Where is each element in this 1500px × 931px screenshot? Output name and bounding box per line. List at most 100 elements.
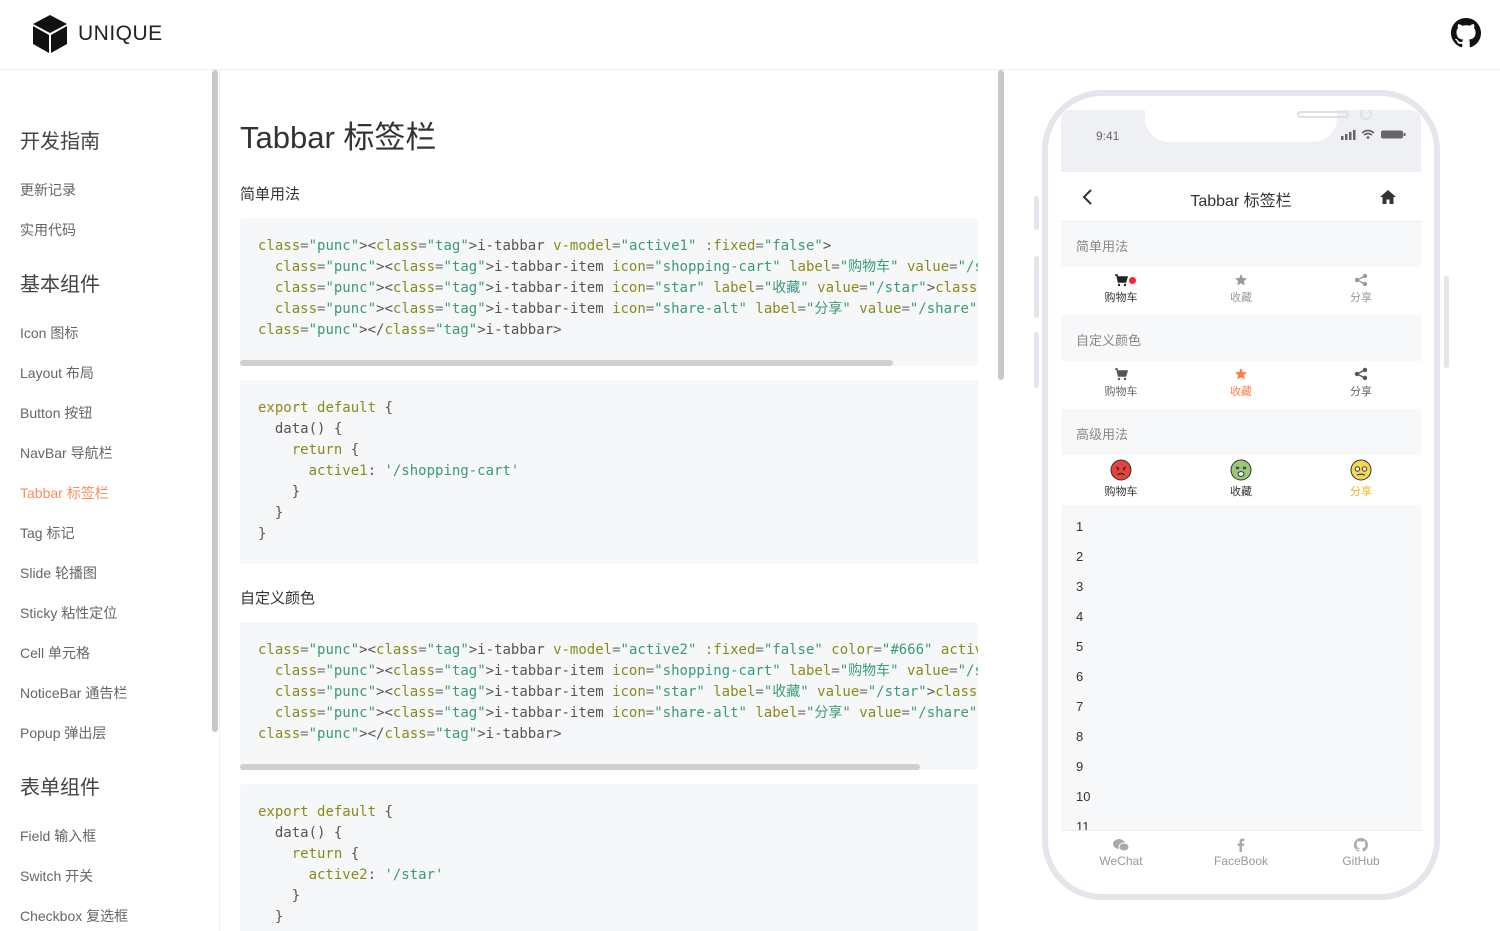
tab-label: 购物车 bbox=[1104, 292, 1138, 304]
code-line: } bbox=[258, 909, 284, 925]
code-horizontal-scrollbar[interactable] bbox=[240, 764, 920, 770]
share-alt-icon bbox=[1354, 273, 1368, 287]
dizzy-face-icon bbox=[1350, 459, 1372, 481]
code-block-template[interactable]: class="punc"><class="tag">i-tabbar v-mod… bbox=[240, 622, 978, 770]
page-title: Tabbar 标签栏 bbox=[240, 120, 437, 155]
list-item: 7 bbox=[1076, 699, 1084, 714]
sidebar-item-utility-code[interactable]: 实用代码 bbox=[20, 220, 76, 240]
sidebar-item-cell[interactable]: Cell 单元格 bbox=[20, 643, 90, 663]
sidebar-item-sticky[interactable]: Sticky 粘性定位 bbox=[20, 603, 117, 623]
sidebar-group-title: 基本组件 bbox=[20, 274, 100, 296]
tab-shopping-cart[interactable]: 购物车 bbox=[1061, 367, 1181, 399]
list-item: 6 bbox=[1076, 669, 1084, 684]
code-block-script[interactable]: export default { data() { return { activ… bbox=[240, 380, 978, 564]
sidebar-item-tag[interactable]: Tag 标记 bbox=[20, 523, 74, 543]
list-item: 1 bbox=[1076, 519, 1084, 534]
sidebar-scrollbar[interactable] bbox=[212, 70, 218, 732]
code-line: class="punc"><class="tag">i-tabbar-item … bbox=[274, 705, 978, 721]
code-line: data() { bbox=[258, 825, 343, 841]
phone-notch bbox=[1145, 110, 1372, 142]
code-line: data() { bbox=[258, 421, 343, 437]
sidebar-nav: 开发指南 更新记录 实用代码 基本组件 Icon 图标 Layout 布局 Bu… bbox=[0, 70, 220, 931]
star-icon bbox=[1235, 274, 1247, 286]
tab-label: 分享 bbox=[1350, 292, 1372, 304]
sidebar-item-slide[interactable]: Slide 轮播图 bbox=[20, 563, 97, 583]
tab-shopping-cart[interactable]: 购物车 bbox=[1061, 459, 1181, 499]
section-title: 简单用法 bbox=[240, 186, 301, 203]
code-horizontal-scrollbar[interactable] bbox=[240, 360, 893, 366]
front-camera bbox=[1360, 110, 1372, 120]
phone-fixed-tabbar: WeChat FaceBook GitHub bbox=[1061, 830, 1421, 881]
list-item: 3 bbox=[1076, 579, 1084, 594]
tab-wechat[interactable]: WeChat bbox=[1061, 838, 1181, 868]
github-icon[interactable] bbox=[1451, 18, 1481, 48]
tab-label: 购物车 bbox=[1104, 386, 1138, 398]
tab-label: FaceBook bbox=[1213, 854, 1269, 868]
status-bar: 9:41 bbox=[1061, 110, 1421, 172]
tab-label: WeChat bbox=[1099, 854, 1143, 868]
doc-content: Tabbar 标签栏 简单用法 class="punc"><class="tag… bbox=[220, 70, 1000, 931]
tab-label: 收藏 bbox=[1230, 292, 1252, 304]
tab-share[interactable]: 分享 bbox=[1301, 273, 1421, 305]
tab-label: 收藏 bbox=[1230, 386, 1252, 398]
tab-shopping-cart[interactable]: 购物车 bbox=[1061, 273, 1181, 305]
tab-facebook[interactable]: FaceBook bbox=[1181, 838, 1301, 868]
code-block-script[interactable]: export default { data() { return { activ… bbox=[240, 784, 978, 931]
sidebar-item-changelog[interactable]: 更新记录 bbox=[20, 180, 76, 200]
list-item: 2 bbox=[1076, 549, 1084, 564]
sidebar-item-checkbox[interactable]: Checkbox 复选框 bbox=[20, 906, 128, 926]
sidebar-item-button[interactable]: Button 按钮 bbox=[20, 403, 92, 423]
sidebar-item-navbar[interactable]: NavBar 导航栏 bbox=[20, 443, 113, 463]
phone-tabbar-simple: 购物车 收藏 分享 bbox=[1061, 267, 1421, 315]
status-icons bbox=[1341, 129, 1406, 140]
list-item: 9 bbox=[1076, 759, 1084, 774]
code-line: class="punc"><class="tag">i-tabbar-item … bbox=[274, 301, 978, 317]
sidebar-item-icon[interactable]: Icon 图标 bbox=[20, 323, 78, 343]
shopping-cart-icon bbox=[1115, 368, 1128, 381]
tab-star[interactable]: 收藏 bbox=[1181, 459, 1301, 499]
tab-label: 收藏 bbox=[1230, 486, 1252, 498]
github-icon bbox=[1354, 838, 1368, 852]
list-item: 5 bbox=[1076, 639, 1084, 654]
section-title: 自定义颜色 bbox=[240, 590, 316, 607]
phone-power-button bbox=[1444, 276, 1449, 368]
code-line: class="punc"><class="tag">i-tabbar-item … bbox=[274, 259, 978, 275]
phone-mute-button bbox=[1034, 196, 1039, 230]
shopping-cart-icon bbox=[1115, 274, 1128, 287]
tab-share[interactable]: 分享 bbox=[1301, 367, 1421, 399]
phone-section-title: 高级用法 bbox=[1076, 427, 1129, 442]
content-scrollbar[interactable] bbox=[998, 70, 1004, 380]
sidebar-item-layout[interactable]: Layout 布局 bbox=[20, 363, 94, 383]
facebook-icon bbox=[1237, 838, 1245, 852]
phone-tabbar-custom-color: 购物车 收藏 分享 bbox=[1061, 361, 1421, 409]
list-item: 4 bbox=[1076, 609, 1084, 624]
home-icon[interactable] bbox=[1379, 188, 1397, 206]
code-line: class="punc"><class="tag">i-tabbar v-mod… bbox=[258, 642, 978, 658]
code-line: class="punc"><class="tag">i-tabbar-item … bbox=[274, 684, 978, 700]
tab-label: GitHub bbox=[1342, 854, 1380, 868]
sidebar-item-tabbar[interactable]: Tabbar 标签栏 bbox=[20, 483, 109, 503]
phone-navbar: Tabbar 标签栏 bbox=[1061, 172, 1421, 222]
brand-logo[interactable]: UNIQUE bbox=[32, 14, 163, 54]
code-line: export default { bbox=[258, 400, 393, 416]
phone-nav-title: Tabbar 标签栏 bbox=[1190, 193, 1292, 210]
sidebar-item-field[interactable]: Field 输入框 bbox=[20, 826, 96, 846]
top-header: UNIQUE bbox=[0, 0, 1500, 70]
code-line: class="punc"></class="tag">i-tabbar> bbox=[258, 322, 562, 338]
tab-star[interactable]: 收藏 bbox=[1181, 273, 1301, 305]
tab-label: 分享 bbox=[1350, 386, 1372, 398]
sidebar-group-title: 表单组件 bbox=[20, 777, 100, 799]
code-line: } bbox=[258, 526, 267, 542]
tab-github[interactable]: GitHub bbox=[1301, 838, 1421, 868]
tab-label: 购物车 bbox=[1104, 486, 1138, 498]
code-block-template[interactable]: class="punc"><class="tag">i-tabbar v-mod… bbox=[240, 218, 978, 366]
tab-share[interactable]: 分享 bbox=[1301, 459, 1421, 499]
sidebar-item-switch[interactable]: Switch 开关 bbox=[20, 866, 93, 886]
tab-star[interactable]: 收藏 bbox=[1181, 367, 1301, 399]
notification-dot bbox=[1129, 277, 1136, 284]
sidebar-item-noticebar[interactable]: NoticeBar 通告栏 bbox=[20, 683, 127, 703]
sidebar-item-popup[interactable]: Popup 弹出层 bbox=[20, 723, 106, 743]
code-line: } bbox=[258, 888, 301, 904]
phone-volume-up-button bbox=[1034, 256, 1039, 318]
phone-section-title: 简单用法 bbox=[1076, 239, 1129, 254]
